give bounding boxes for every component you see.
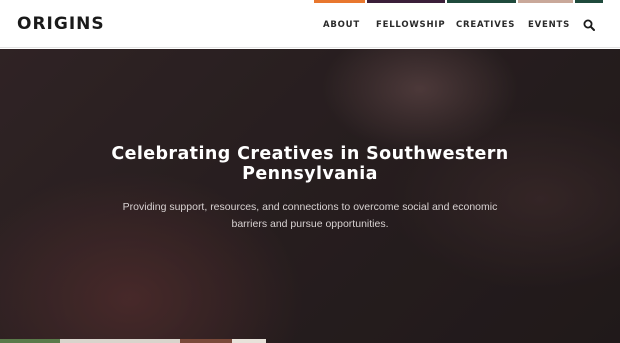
hero-title: Celebrating Creatives in Southwestern Pe…	[111, 144, 509, 184]
search-icon[interactable]	[583, 19, 595, 31]
hero-subtitle: Providing support, resources, and connec…	[122, 201, 498, 230]
thumbnail-strip-1	[0, 339, 60, 343]
nav-creatives[interactable]: CREATIVES	[456, 19, 515, 31]
thumbnail-strip-3	[180, 339, 232, 343]
nav-about[interactable]: ABOUT	[323, 19, 360, 31]
hero-overlay	[0, 49, 620, 343]
accent-bar-tan	[518, 0, 573, 3]
thumbnail-strip-2	[60, 339, 180, 343]
site-header: ORIGINS ABOUT FELLOWSHIP CREATIVES EVENT…	[0, 0, 620, 48]
nav-fellowship[interactable]: FELLOWSHIP	[376, 19, 445, 31]
nav-events[interactable]: EVENTS	[528, 19, 570, 31]
accent-bar-purple	[367, 0, 445, 3]
site-logo[interactable]: ORIGINS	[17, 13, 105, 35]
accent-bar-green	[447, 0, 516, 3]
accent-bar-orange	[314, 0, 365, 3]
accent-bar-darkgreen	[575, 0, 603, 3]
hero-banner: Celebrating Creatives in Southwestern Pe…	[0, 49, 620, 343]
thumbnail-strip-4	[232, 339, 266, 343]
